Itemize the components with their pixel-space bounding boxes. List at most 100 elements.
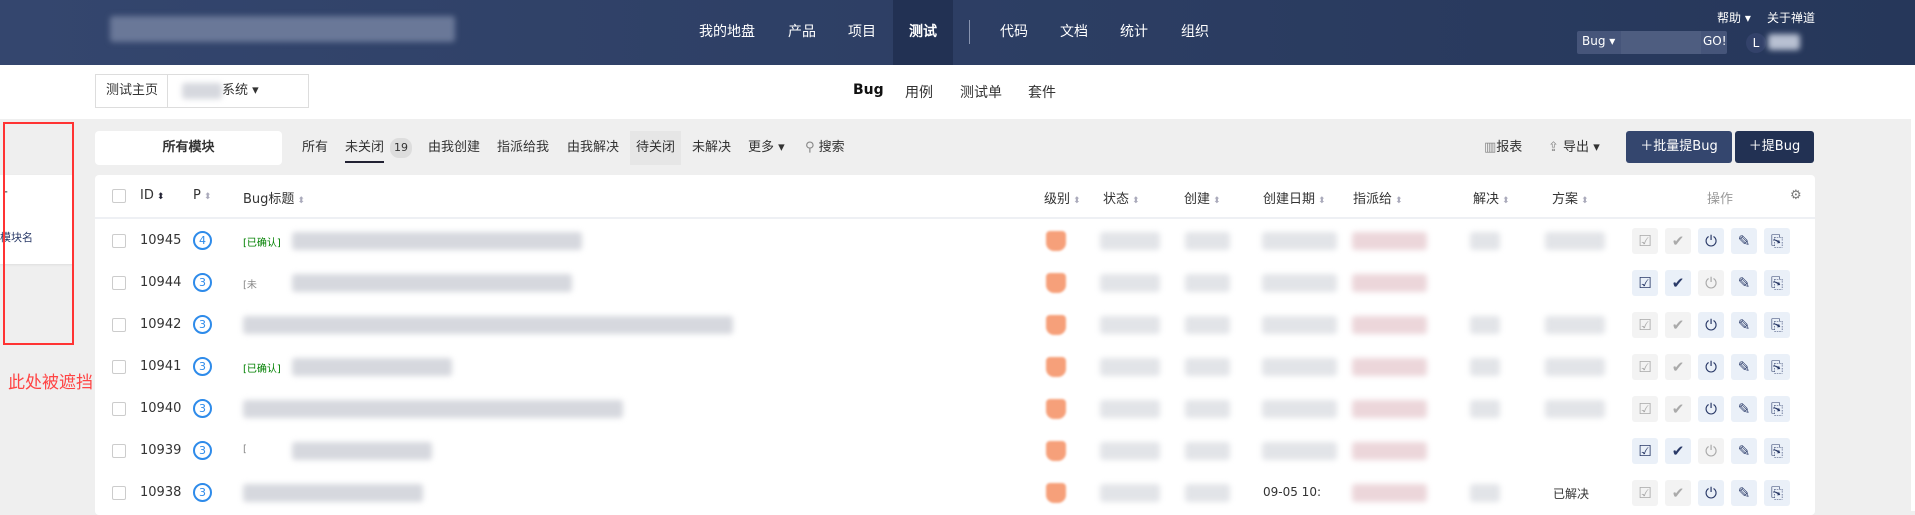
confirm-icon[interactable]: ☑: [1632, 438, 1658, 464]
bug-title-blurred[interactable]: [243, 400, 623, 418]
col-priority[interactable]: P ⬍: [193, 188, 211, 203]
col-resolved-by[interactable]: 解决 ⬍: [1473, 188, 1510, 207]
nav-doc[interactable]: 文档: [1060, 20, 1088, 44]
close-icon[interactable]: ⏻: [1698, 270, 1724, 296]
nav-stats[interactable]: 统计: [1120, 20, 1148, 44]
assign-icon[interactable]: ✔: [1665, 480, 1691, 506]
confirm-icon[interactable]: ☑: [1632, 354, 1658, 380]
create-bug-button[interactable]: ＋提Bug: [1735, 131, 1814, 163]
row-checkbox[interactable]: [112, 444, 126, 458]
bug-title-blurred[interactable]: [243, 316, 733, 334]
copy-icon[interactable]: ⎘: [1764, 438, 1790, 464]
select-all-checkbox[interactable]: [112, 189, 126, 203]
report-button[interactable]: ▥报表: [1484, 138, 1522, 158]
filter-unclosed[interactable]: 未关闭: [345, 138, 385, 163]
subnav-case[interactable]: 用例: [905, 82, 933, 102]
subnav-testtask[interactable]: 测试单: [960, 82, 1002, 102]
assign-icon[interactable]: ✔: [1665, 396, 1691, 422]
assign-icon[interactable]: ✔: [1665, 354, 1691, 380]
col-severity[interactable]: 级别 ⬍: [1044, 188, 1081, 207]
search-toggle[interactable]: ⚲ 搜索: [805, 138, 845, 158]
filter-to-close[interactable]: 待关闭: [630, 131, 682, 165]
col-title[interactable]: Bug标题 ⬍: [243, 188, 305, 207]
nav-org[interactable]: 组织: [1181, 20, 1209, 44]
search-type-select[interactable]: Bug ▾: [1582, 34, 1615, 48]
bug-title-blurred[interactable]: [292, 274, 572, 292]
assign-icon[interactable]: ✔: [1665, 438, 1691, 464]
nav-test[interactable]: 测试: [893, 0, 953, 65]
row-checkbox[interactable]: [112, 234, 126, 248]
edit-icon[interactable]: ✎: [1731, 438, 1757, 464]
nav-project[interactable]: 项目: [848, 20, 876, 44]
close-icon[interactable]: ⏻: [1698, 312, 1724, 338]
close-icon[interactable]: ⏻: [1698, 438, 1724, 464]
col-created-date[interactable]: 创建日期 ⬍: [1263, 188, 1326, 207]
edit-icon[interactable]: ✎: [1731, 228, 1757, 254]
bug-id[interactable]: 10938: [140, 485, 181, 500]
edit-icon[interactable]: ✎: [1731, 396, 1757, 422]
export-button[interactable]: ⇪ 导出 ▾: [1548, 138, 1600, 158]
bug-title-blurred[interactable]: [292, 358, 452, 376]
copy-icon[interactable]: ⎘: [1764, 480, 1790, 506]
copy-icon[interactable]: ⎘: [1764, 228, 1790, 254]
bug-id[interactable]: 10942: [140, 317, 181, 332]
bug-id[interactable]: 10941: [140, 359, 181, 374]
nav-code[interactable]: 代码: [1000, 20, 1028, 44]
assign-icon[interactable]: ✔: [1665, 312, 1691, 338]
filter-more[interactable]: 更多 ▾: [748, 138, 785, 158]
copy-icon[interactable]: ⎘: [1764, 270, 1790, 296]
subnav-suite[interactable]: 套件: [1028, 82, 1056, 102]
confirm-icon[interactable]: ☑: [1632, 396, 1658, 422]
row-checkbox[interactable]: [112, 486, 126, 500]
close-icon[interactable]: ⏻: [1698, 354, 1724, 380]
edit-icon[interactable]: ✎: [1731, 354, 1757, 380]
row-checkbox[interactable]: [112, 402, 126, 416]
all-modules-button[interactable]: 所有模块: [95, 131, 282, 165]
subnav-bug[interactable]: Bug: [853, 82, 884, 98]
bug-id[interactable]: 10945: [140, 233, 181, 248]
assign-icon[interactable]: ✔: [1665, 270, 1691, 296]
confirm-icon[interactable]: ☑: [1632, 480, 1658, 506]
bug-title-blurred[interactable]: [243, 484, 423, 502]
close-icon[interactable]: ⏻: [1698, 396, 1724, 422]
confirm-icon[interactable]: ☑: [1632, 312, 1658, 338]
col-assigned-to[interactable]: 指派给 ⬍: [1353, 188, 1403, 207]
nav-my[interactable]: 我的地盘: [699, 20, 755, 44]
col-creator[interactable]: 创建 ⬍: [1184, 188, 1221, 207]
assign-icon[interactable]: ✔: [1665, 228, 1691, 254]
about-link[interactable]: 关于禅道: [1767, 9, 1815, 26]
col-resolution[interactable]: 方案 ⬍: [1552, 188, 1589, 207]
bug-id[interactable]: 10940: [140, 401, 181, 416]
copy-icon[interactable]: ⎘: [1764, 312, 1790, 338]
nav-product[interactable]: 产品: [788, 20, 816, 44]
edit-icon[interactable]: ✎: [1731, 312, 1757, 338]
copy-icon[interactable]: ⎘: [1764, 396, 1790, 422]
filter-all[interactable]: 所有: [302, 138, 328, 158]
col-status[interactable]: 状态 ⬍: [1103, 188, 1140, 207]
filter-assigned-to-me[interactable]: 指派给我: [497, 138, 549, 158]
help-menu[interactable]: 帮助 ▾: [1717, 9, 1751, 26]
close-icon[interactable]: ⏻: [1698, 228, 1724, 254]
row-checkbox[interactable]: [112, 318, 126, 332]
batch-create-bug-button[interactable]: ＋批量提Bug: [1626, 131, 1732, 163]
breadcrumb-product[interactable]: 系统 ▾: [167, 74, 309, 108]
breadcrumb-test-home[interactable]: 测试主页: [95, 74, 170, 108]
edit-icon[interactable]: ✎: [1731, 480, 1757, 506]
copy-icon[interactable]: ⎘: [1764, 354, 1790, 380]
filter-unresolved[interactable]: 未解决: [692, 138, 731, 158]
filter-created-by-me[interactable]: 由我创建: [428, 138, 480, 158]
bug-title-blurred[interactable]: [292, 442, 432, 460]
edit-icon[interactable]: ✎: [1731, 270, 1757, 296]
search-input[interactable]: [1621, 31, 1701, 54]
row-checkbox[interactable]: [112, 276, 126, 290]
close-icon[interactable]: ⏻: [1698, 480, 1724, 506]
col-id[interactable]: ID ⬍: [140, 188, 164, 203]
filter-resolved-by-me[interactable]: 由我解决: [567, 138, 619, 158]
search-go-button[interactable]: GO!: [1703, 34, 1727, 48]
confirm-icon[interactable]: ☑: [1632, 270, 1658, 296]
bug-title-blurred[interactable]: [292, 232, 582, 250]
avatar[interactable]: L: [1746, 33, 1766, 53]
confirm-icon[interactable]: ☑: [1632, 228, 1658, 254]
bug-id[interactable]: 10939: [140, 443, 181, 458]
scrollbar[interactable]: [1911, 65, 1915, 511]
